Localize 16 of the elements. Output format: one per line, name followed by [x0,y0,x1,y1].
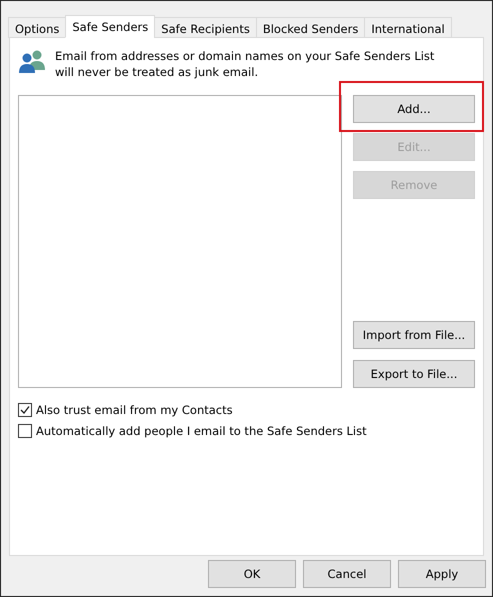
tab[interactable]: Safe Senders [65,15,156,38]
tab[interactable]: Options [8,17,66,38]
file-button[interactable]: Import from File... [353,321,475,349]
dialog-button[interactable]: Apply [398,560,486,588]
checkbox-label: Automatically add people I email to the Safe Senders List [36,424,367,438]
description-text: Email from addresses or domain names on your Safe Senders List will never be treated as junk email. [55,48,436,80]
checkbox-label: Also trust email from my Contacts [36,403,233,417]
file-button[interactable]: Export to File... [353,360,475,388]
checkbox[interactable] [18,403,32,417]
side-button[interactable]: Add... [353,95,475,123]
dialog-button[interactable]: Cancel [303,560,391,588]
tab[interactable]: International [364,17,452,38]
checkbox[interactable] [18,424,32,438]
dialog-button[interactable]: OK [208,560,296,588]
tab[interactable]: Safe Recipients [154,17,257,38]
people-icon [18,48,46,74]
